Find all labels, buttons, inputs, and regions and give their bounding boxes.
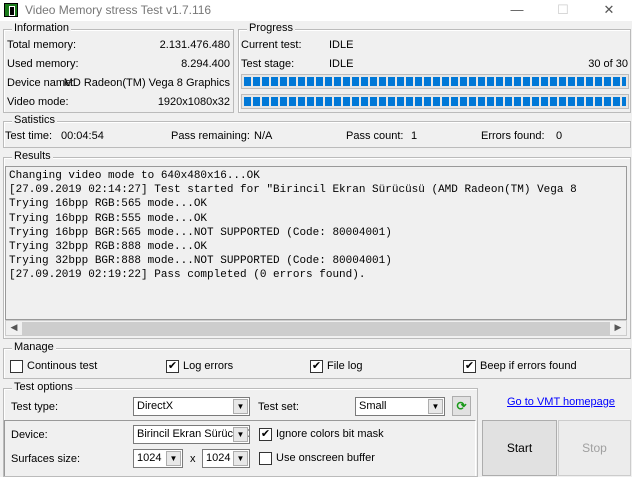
statistics-label: Satistics [12, 114, 57, 126]
log-errors-checkbox[interactable]: ✔ [166, 360, 179, 373]
log-errors-label: Log errors [183, 360, 234, 372]
chevron-down-icon: ▼ [233, 427, 248, 442]
test-set-select[interactable]: Small ▼ [355, 397, 445, 416]
surface-height-select[interactable]: 1024 ▼ [202, 449, 250, 468]
log-line: [27.09.2019 02:14:27] Test started for "… [9, 184, 577, 197]
app-icon [4, 3, 18, 17]
pass-count-label: Pass count: [346, 130, 404, 142]
continous-test-label: Continous test [27, 360, 98, 372]
surface-width-select[interactable]: 1024 ▼ [133, 449, 183, 468]
test-options-label: Test options [12, 381, 75, 393]
minimize-button[interactable]: — [494, 0, 540, 21]
progress-fill-1 [244, 77, 626, 86]
progress-fill-2 [244, 97, 626, 106]
used-memory-value: 8.294.400 [181, 58, 230, 70]
video-mode-label: Video mode: [7, 96, 69, 108]
results-log[interactable]: Changing video mode to 640x480x16...OK [2… [5, 166, 627, 320]
log-line: Trying 16bpp RGB:565 mode...OK [9, 198, 208, 211]
device-name-value: MD Radeon(TM) Vega 8 Graphics [63, 77, 230, 89]
test-time-value: 00:04:54 [61, 130, 104, 142]
log-line: Trying 32bpp RGB:888 mode...OK [9, 241, 208, 254]
total-memory-label: Total memory: [7, 39, 77, 51]
test-type-select[interactable]: DirectX ▼ [133, 397, 250, 416]
title-bar: Video Memory stress Test v1.7.116 — ☐ ✕ [0, 0, 632, 21]
test-stage-value: IDLE [329, 58, 354, 70]
log-line: Trying 16bpp RGB:555 mode...OK [9, 212, 208, 225]
log-line: Trying 16bpp BGR:565 mode...NOT SUPPORTE… [9, 226, 392, 239]
continous-test-checkbox[interactable] [10, 360, 23, 373]
test-set-value: Small [359, 400, 387, 412]
refresh-button[interactable]: ⟳ [452, 396, 471, 416]
log-line: Changing video mode to 640x480x16...OK [9, 170, 260, 182]
pass-remaining-label: Pass remaining: [171, 130, 250, 142]
beep-checkbox[interactable]: ✔ [463, 360, 476, 373]
progress-bar-1 [241, 74, 629, 89]
test-type-label: Test type: [11, 401, 59, 413]
window-title: Video Memory stress Test v1.7.116 [25, 3, 212, 17]
device-select[interactable]: Birincil Ekran Sürücüsü ▼ [133, 425, 250, 444]
scroll-right-icon[interactable]: ▶ [611, 322, 625, 333]
file-log-checkbox[interactable]: ✔ [310, 360, 323, 373]
progress-label: Progress [247, 22, 296, 34]
surface-width-value: 1024 [137, 452, 162, 464]
log-line: Trying 32bpp BGR:888 mode...NOT SUPPORTE… [9, 255, 392, 268]
ignore-mask-label: Ignore colors bit mask [276, 428, 384, 440]
manage-label: Manage [12, 341, 56, 353]
ignore-mask-checkbox[interactable]: ✔ [259, 428, 272, 441]
stage-count: 30 of 30 [588, 58, 628, 70]
surface-height-value: 1024 [206, 452, 231, 464]
total-memory-value: 2.131.476.480 [159, 39, 230, 51]
chevron-down-icon: ▼ [166, 451, 181, 466]
onscreen-buffer-label: Use onscreen buffer [276, 452, 375, 464]
close-button[interactable]: ✕ [586, 0, 632, 21]
chevron-down-icon: ▼ [233, 399, 248, 414]
stop-button[interactable]: Stop [558, 420, 631, 476]
scroll-left-icon[interactable]: ◀ [7, 322, 21, 333]
current-test-value: IDLE [329, 39, 354, 51]
used-memory-label: Used memory: [7, 58, 79, 70]
beep-label: Beep if errors found [480, 360, 577, 372]
video-mode-value: 1920x1080x32 [157, 96, 230, 108]
maximize-button[interactable]: ☐ [540, 0, 586, 21]
file-log-label: File log [327, 360, 363, 372]
test-type-value: DirectX [137, 400, 174, 412]
horizontal-scrollbar[interactable]: ◀ ▶ [5, 320, 627, 336]
pass-remaining-value: N/A [254, 130, 273, 142]
errors-found-label: Errors found: [481, 130, 545, 142]
scrollbar-thumb[interactable] [22, 322, 610, 335]
size-separator: x [190, 453, 196, 465]
onscreen-buffer-checkbox[interactable] [259, 452, 272, 465]
progress-bar-2 [241, 94, 629, 109]
test-set-label: Test set: [258, 401, 299, 413]
information-label: Information [12, 22, 72, 34]
refresh-icon: ⟳ [456, 399, 467, 413]
test-time-label: Test time: [5, 130, 53, 142]
errors-found-value: 0 [556, 130, 563, 142]
device-label: Device: [11, 429, 48, 441]
results-label: Results [12, 150, 53, 162]
log-line: [27.09.2019 02:19:22] Pass completed (0 … [9, 269, 366, 282]
vmt-homepage-link[interactable]: Go to VMT homepage [507, 396, 615, 408]
pass-count-value: 1 [411, 130, 418, 142]
chevron-down-icon: ▼ [428, 399, 443, 414]
start-button[interactable]: Start [482, 420, 557, 476]
chevron-down-icon: ▼ [233, 451, 248, 466]
surfaces-size-label: Surfaces size: [11, 453, 81, 465]
test-stage-label: Test stage: [241, 58, 295, 70]
current-test-label: Current test: [241, 39, 302, 51]
